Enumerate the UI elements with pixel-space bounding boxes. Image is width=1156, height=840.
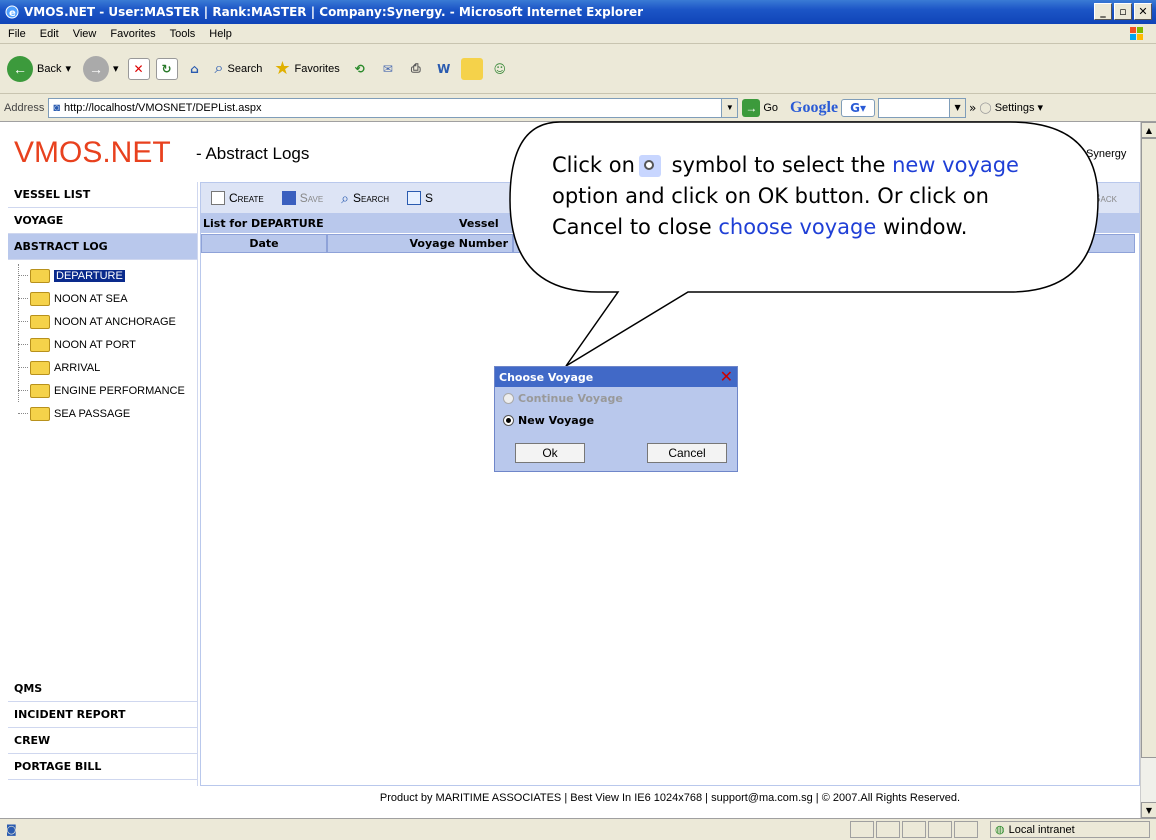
page-scrollbar[interactable]: ▲ ▼ bbox=[1140, 122, 1156, 818]
close-icon[interactable]: ✕ bbox=[720, 367, 733, 386]
radio-continue bbox=[503, 392, 514, 404]
scroll-down-icon[interactable]: ▼ bbox=[1141, 802, 1156, 818]
choose-voyage-dialog: Choose Voyage ✕ Continue Voyage New Voya… bbox=[494, 366, 738, 472]
scroll-up-icon[interactable]: ▲ bbox=[1141, 122, 1156, 138]
new-voyage-option[interactable]: New Voyage bbox=[495, 409, 737, 431]
dialog-titlebar: Choose Voyage ✕ bbox=[495, 367, 737, 387]
intranet-icon: ◍ bbox=[995, 824, 1005, 836]
security-zone: ◍ Local intranet bbox=[990, 821, 1150, 838]
ok-button[interactable]: Ok bbox=[515, 443, 585, 463]
cancel-button[interactable]: Cancel bbox=[647, 443, 727, 463]
dialog-title: Choose Voyage bbox=[499, 370, 594, 384]
radio-symbol-icon bbox=[638, 155, 661, 177]
status-bar: ◙ ◍ Local intranet bbox=[0, 818, 1156, 840]
continue-voyage-option: Continue Voyage bbox=[495, 387, 737, 409]
radio-new[interactable] bbox=[503, 414, 514, 426]
callout-text: Click on symbol to select the new voyage… bbox=[552, 153, 1019, 239]
scroll-thumb[interactable] bbox=[1141, 138, 1156, 758]
ie-page-icon: ◙ bbox=[6, 823, 17, 836]
